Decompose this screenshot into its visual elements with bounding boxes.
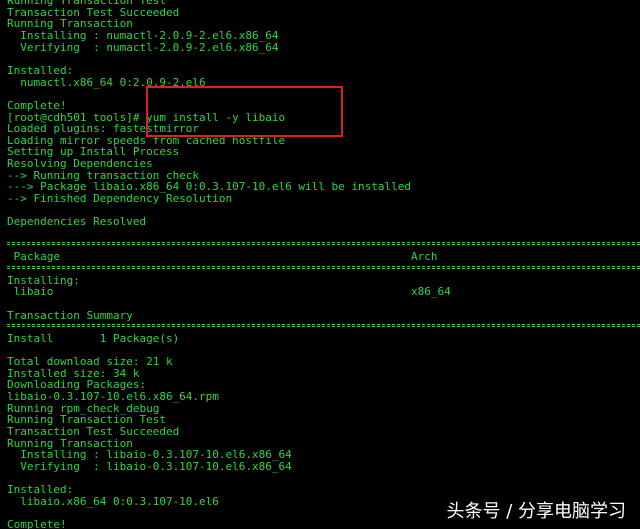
- summary-separator: [7, 324, 640, 327]
- terminal-line: Dependencies Resolved: [7, 215, 147, 229]
- terminal-line: Verifying : libaio-0.3.107-10.el6.x86_64: [7, 460, 292, 473]
- terminal-window[interactable]: Running Transaction Test Transaction Test…: [0, 0, 640, 529]
- terminal-line: libaio.x86_64 0:0.3.107-10.el6: [7, 494, 219, 508]
- terminal-line: Complete!: [7, 518, 67, 529]
- highlight-annotation-box: [146, 86, 343, 137]
- terminal-line: Package Arch: [7, 250, 438, 264]
- terminal-line: Verifying : numactl-2.0.9-2.el6.x86_64: [7, 40, 279, 54]
- terminal-line: Transaction Summary: [7, 308, 133, 322]
- terminal-line: --> Finished Dependency Resolution: [7, 192, 233, 206]
- watermark-text: 头条号 / 分享电脑学习: [446, 501, 626, 522]
- terminal-line: Install 1 Package(s): [7, 331, 180, 345]
- table-separator-header: [7, 266, 640, 269]
- table-separator-top: [7, 242, 640, 245]
- terminal-line: libaio x86_64: [7, 285, 451, 299]
